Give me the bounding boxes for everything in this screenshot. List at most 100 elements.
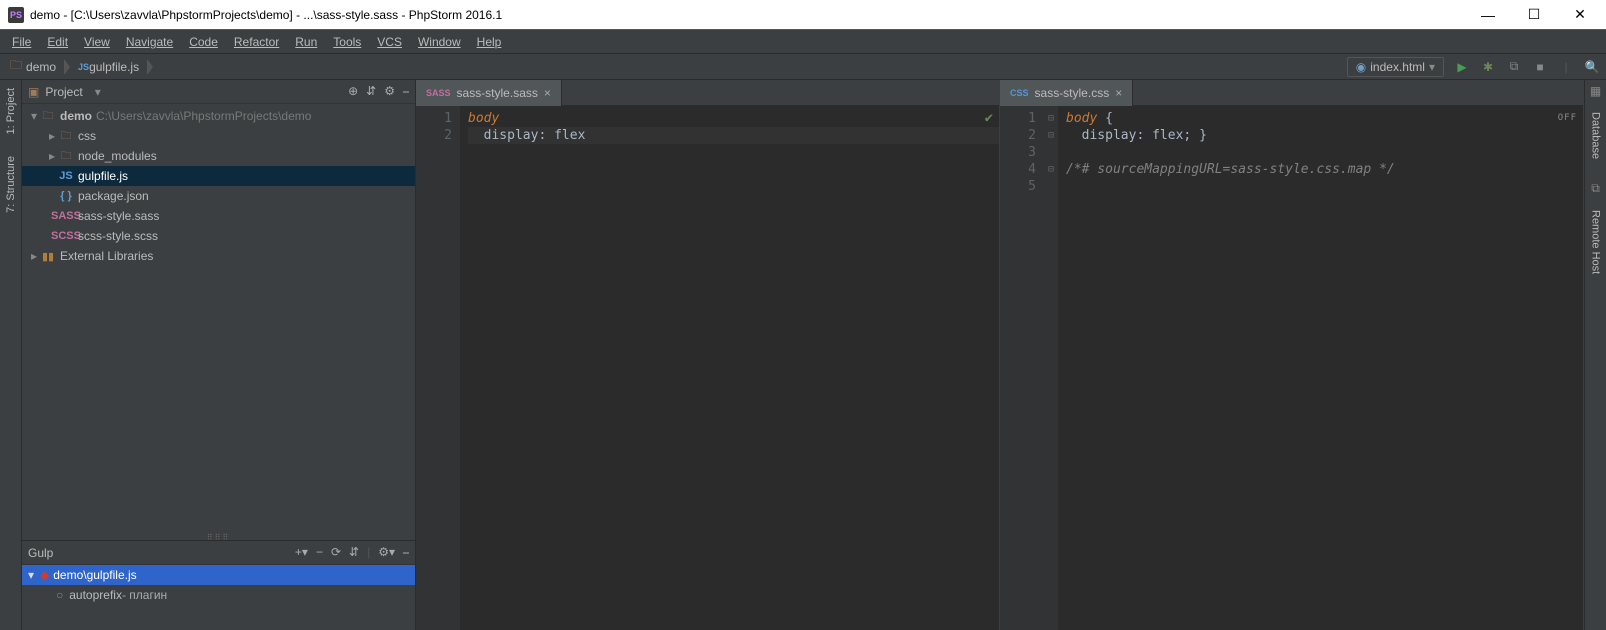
menu-code[interactable]: Code [181, 32, 226, 52]
navbar: 🗀 demo JS gulpfile.js ◉ index.html ▾ ▶ ✱… [0, 54, 1606, 80]
editors: SASS sass-style.sass × 12 ✔body display:… [416, 80, 1584, 630]
tree-external-libraries[interactable]: ▸ ▮▮ External Libraries [22, 246, 415, 266]
menu-vcs[interactable]: VCS [369, 32, 410, 52]
editor-pane-left: SASS sass-style.sass × 12 ✔body display:… [416, 80, 1000, 630]
menu-run[interactable]: Run [287, 32, 325, 52]
remote-host-icon[interactable]: ⧉ [1591, 181, 1600, 196]
divider: | [367, 545, 370, 560]
code-content[interactable]: OFFbody { display: flex; } /*# sourceMap… [1058, 106, 1583, 630]
bullet-icon: ○ [56, 588, 63, 602]
gulp-tree[interactable]: ▾ ◆ demo\gulpfile.js ○ autoprefix - плаг… [22, 565, 415, 630]
tool-structure-tab[interactable]: 7: Structure [5, 152, 17, 217]
code-content[interactable]: ✔body display: flex [460, 106, 999, 630]
tab-sass-style-css[interactable]: CSS sass-style.css × [1000, 80, 1133, 106]
stop-icon[interactable]: ■ [1532, 59, 1548, 75]
tree-label: css [78, 129, 96, 143]
tree-folder-css[interactable]: ▸ 🗀 css [22, 126, 415, 146]
gulp-task-row[interactable]: ○ autoprefix - плагин [22, 585, 415, 605]
tool-database-tab[interactable]: Database [1590, 108, 1602, 163]
settings-icon[interactable]: ⚙▾ [378, 545, 395, 560]
hide-icon[interactable]: ⎯ [403, 545, 409, 560]
collapse-icon[interactable]: ⇵ [349, 545, 359, 560]
locate-icon[interactable]: ⊕ [348, 84, 358, 99]
collapse-icon[interactable]: ⇵ [366, 84, 376, 99]
app-icon: PS [8, 7, 24, 23]
menu-help[interactable]: Help [469, 32, 510, 52]
code-area-left[interactable]: 12 ✔body display: flex [416, 106, 999, 630]
gulp-icon: ◆ [40, 568, 49, 582]
fold-gutter[interactable]: ⊟⊟⊟ [1044, 106, 1058, 630]
tab-label: sass-style.sass [457, 86, 538, 100]
gulp-panel: Gulp +▾ − ⟳ ⇵ | ⚙▾ ⎯ ▾ ◆ demo\gulpfile.j… [22, 540, 415, 630]
tree-label: package.json [78, 189, 149, 203]
tool-project-tab[interactable]: 1: Project [5, 84, 17, 138]
settings-icon[interactable]: ⚙ [384, 84, 395, 99]
tool-remote-host-tab[interactable]: Remote Host [1590, 206, 1602, 278]
window-title: demo - [C:\Users\zavvla\PhpstormProjects… [30, 8, 1474, 22]
gulp-panel-title: Gulp [28, 546, 53, 560]
tree-label: scss-style.scss [78, 229, 158, 243]
search-icon[interactable]: 🔍 [1584, 59, 1600, 75]
tab-sass-style[interactable]: SASS sass-style.sass × [416, 80, 562, 106]
dropdown-icon[interactable]: ▾ [95, 85, 101, 99]
tree-file-package-json[interactable]: { } package.json [22, 186, 415, 206]
breadcrumb-gulpfile[interactable]: JS gulpfile.js [74, 58, 147, 76]
right-tool-gutter: ▦ Database ⧉ Remote Host [1584, 80, 1606, 630]
menu-tools[interactable]: Tools [325, 32, 369, 52]
code-area-right[interactable]: 12345 ⊟⊟⊟ OFFbody { display: flex; } /*#… [1000, 106, 1583, 630]
folder-icon: 🗀 [58, 147, 74, 166]
tree-folder-node-modules[interactable]: ▸ 🗀 node_modules [22, 146, 415, 166]
breadcrumb-demo[interactable]: 🗀 demo [6, 54, 64, 79]
close-icon[interactable]: × [544, 86, 551, 100]
json-file-icon: { } [58, 190, 74, 202]
close-button[interactable]: ✕ [1566, 5, 1594, 25]
folder-icon: 🗀 [40, 107, 56, 126]
database-icon[interactable]: ▦ [1590, 84, 1601, 98]
close-icon[interactable]: × [1115, 86, 1122, 100]
menu-file[interactable]: File [4, 32, 39, 52]
menu-refactor[interactable]: Refactor [226, 32, 287, 52]
run-icon[interactable]: ▶ [1454, 59, 1470, 75]
menu-view[interactable]: View [76, 32, 118, 52]
css-file-icon: CSS [1010, 88, 1029, 98]
remove-icon[interactable]: − [316, 545, 323, 560]
tree-label: node_modules [78, 149, 157, 163]
debug-icon[interactable]: ✱ [1480, 59, 1496, 75]
editor-tabs-left: SASS sass-style.sass × [416, 80, 999, 106]
breadcrumb-label: gulpfile.js [89, 60, 139, 74]
refresh-icon[interactable]: ⟳ [331, 545, 341, 560]
project-tree[interactable]: ▾ 🗀 demo C:\Users\zavvla\PhpstormProject… [22, 104, 415, 534]
minimize-button[interactable]: — [1474, 5, 1502, 25]
menu-navigate[interactable]: Navigate [118, 32, 181, 52]
gulp-file-label: demo\gulpfile.js [53, 568, 136, 582]
menu-edit[interactable]: Edit [39, 32, 76, 52]
library-icon: ▮▮ [40, 250, 56, 263]
gulp-task-label: autoprefix [69, 588, 122, 602]
editor-tabs-right: CSS sass-style.css × [1000, 80, 1583, 106]
tab-label: sass-style.css [1035, 86, 1110, 100]
tree-root-path: C:\Users\zavvla\PhpstormProjects\demo [96, 109, 311, 123]
tree-label: External Libraries [60, 249, 153, 263]
project-panel-header: ▣ Project ▾ ⊕ ⇵ ⚙ ⎯ [22, 80, 415, 104]
maximize-button[interactable]: ☐ [1520, 5, 1548, 25]
run-config-selector[interactable]: ◉ index.html ▾ [1347, 57, 1444, 77]
tree-root[interactable]: ▾ 🗀 demo C:\Users\zavvla\PhpstormProject… [22, 106, 415, 126]
gulp-panel-header: Gulp +▾ − ⟳ ⇵ | ⚙▾ ⎯ [22, 541, 415, 565]
coverage-icon[interactable]: ⧉ [1506, 59, 1522, 75]
folder-icon: 🗀 [58, 127, 74, 146]
tree-file-scss-style[interactable]: SCSS scss-style.scss [22, 226, 415, 246]
project-icon: ▣ [28, 85, 39, 99]
tree-label: sass-style.sass [78, 209, 159, 223]
globe-icon: ◉ [1356, 60, 1366, 74]
tree-file-sass-style[interactable]: SASS sass-style.sass [22, 206, 415, 226]
left-tool-gutter: 1: Project 7: Structure [0, 80, 22, 630]
inspection-off-badge: OFF [1558, 110, 1577, 127]
hide-icon[interactable]: ⎯ [403, 84, 409, 99]
gulp-file-row[interactable]: ▾ ◆ demo\gulpfile.js [22, 565, 415, 585]
tree-file-gulpfile[interactable]: JS gulpfile.js [22, 166, 415, 186]
titlebar: PS demo - [C:\Users\zavvla\PhpstormProje… [0, 0, 1606, 30]
gulp-task-note: - плагин [122, 588, 167, 602]
add-icon[interactable]: +▾ [295, 545, 308, 560]
project-panel-title: Project [45, 85, 82, 99]
menu-window[interactable]: Window [410, 32, 469, 52]
